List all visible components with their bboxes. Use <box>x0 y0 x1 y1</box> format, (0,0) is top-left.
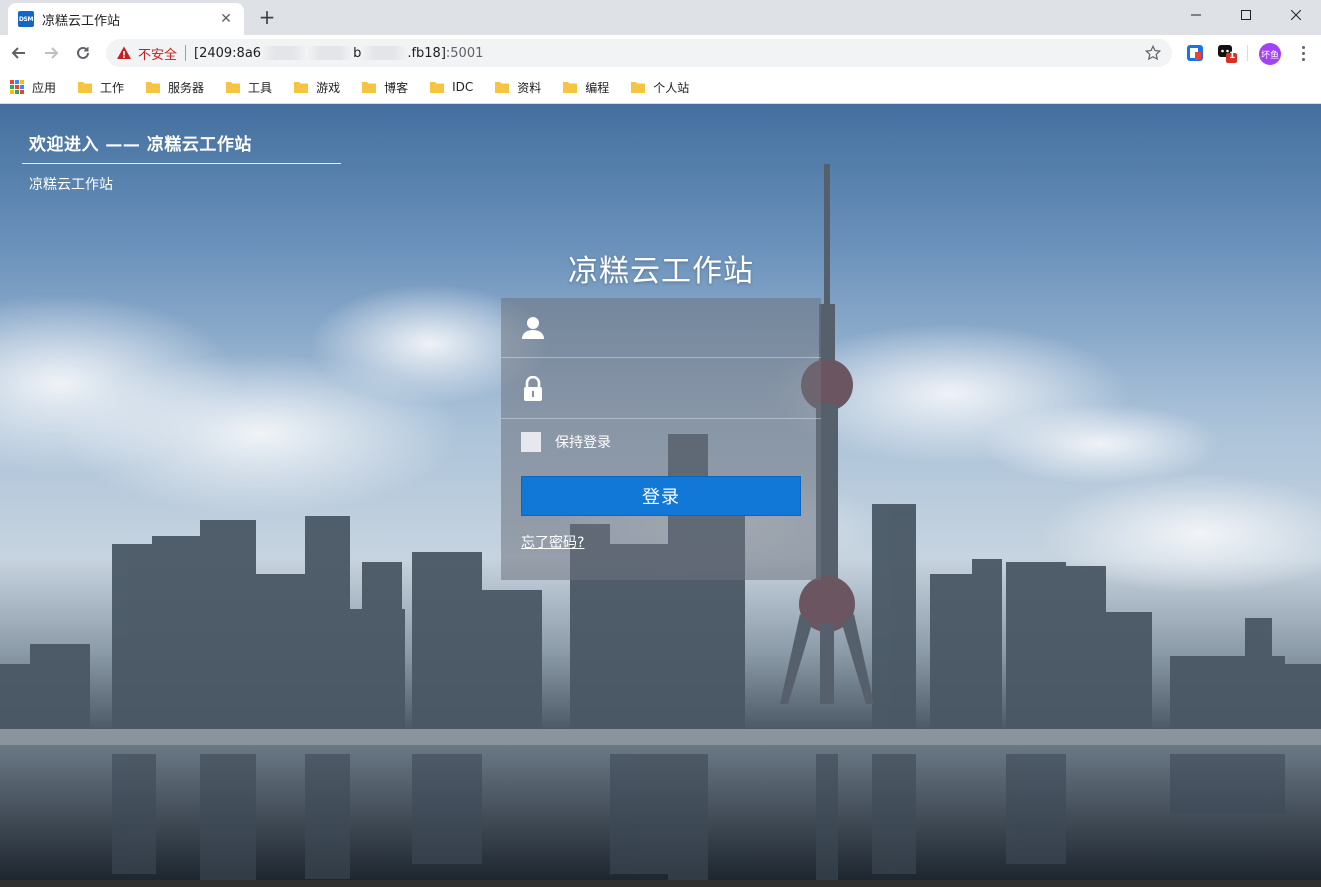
url-mid: b <box>353 45 362 61</box>
folder-icon <box>430 82 445 93</box>
bookmark-label: 应用 <box>32 80 57 95</box>
url-end: .fb18] <box>407 45 446 61</box>
folder-icon <box>362 82 377 93</box>
reload-button[interactable] <box>69 39 97 67</box>
login-button[interactable]: 登录 <box>521 476 801 516</box>
window-bottom-edge <box>0 880 1321 887</box>
forward-arrow-icon <box>45 47 59 59</box>
bookmark-label: 工具 <box>248 80 273 95</box>
remember-me-toggle[interactable]: 保持登录 <box>521 432 611 452</box>
username-field[interactable] <box>501 298 821 358</box>
extension-badge-count: 1 <box>1229 51 1236 61</box>
bookmark-label: 博客 <box>384 80 409 95</box>
bookmarks-bar: 应用 工作 服务器 工具 游戏 博客 IDC 资料 编程 个人站 <box>0 71 1321 104</box>
bookmark-folder-blog[interactable]: 博客 <box>362 79 408 96</box>
dsm-favicon-icon: DSM <box>18 11 34 27</box>
bookmark-folder-idc[interactable]: IDC <box>430 80 473 94</box>
remember-checkbox[interactable] <box>521 432 541 452</box>
folder-icon <box>294 82 309 93</box>
user-icon <box>522 316 544 339</box>
back-button[interactable] <box>5 39 33 67</box>
bookmark-folder-games[interactable]: 游戏 <box>294 79 340 96</box>
site-title: 凉糕云工作站 <box>568 254 754 289</box>
tab-close-icon[interactable]: ✕ <box>218 11 234 27</box>
username-input[interactable] <box>559 319 809 336</box>
welcome-title: 欢迎进入 —— 凉糕云工作站 <box>22 130 341 164</box>
folder-icon <box>495 82 510 93</box>
address-separator <box>185 45 187 61</box>
url-start: [2409:8a6 <box>194 45 262 61</box>
folder-icon <box>563 82 578 93</box>
bookmark-label: 游戏 <box>316 80 341 95</box>
tab-strip: DSM 凉糕云工作站 ✕ + <box>0 0 1321 35</box>
redacted-blur <box>307 46 354 60</box>
bookmark-folder-work[interactable]: 工作 <box>78 79 124 96</box>
reload-icon <box>77 46 89 59</box>
redacted-blur <box>361 46 408 60</box>
folder-icon <box>146 82 161 93</box>
new-tab-button[interactable]: + <box>256 6 278 28</box>
bookmark-folder-programming[interactable]: 编程 <box>563 79 609 96</box>
redacted-blur <box>261 46 308 60</box>
minimize-icon[interactable] <box>1171 0 1221 30</box>
bookmark-folder-materials[interactable]: 资料 <box>495 79 541 96</box>
browser-tab[interactable]: DSM 凉糕云工作站 ✕ <box>8 3 244 35</box>
maximize-icon[interactable] <box>1221 0 1271 30</box>
security-label[interactable]: 不安全 <box>138 44 177 63</box>
login-page: 欢迎进入 —— 凉糕云工作站 凉糕云工作站 凉糕云工作站 保持登录 登录 忘了密… <box>0 104 1321 887</box>
toolbar-divider <box>1247 45 1248 61</box>
folder-icon <box>631 82 646 93</box>
forward-button[interactable] <box>37 39 65 67</box>
lock-icon <box>524 375 542 401</box>
extension-icon[interactable] <box>1185 43 1205 63</box>
bookmark-label: 工作 <box>100 80 125 95</box>
apps-grid-icon <box>10 80 24 94</box>
password-field[interactable] <box>501 359 821 419</box>
browser-menu-icon[interactable] <box>1294 43 1312 63</box>
bookmark-label: 资料 <box>517 80 542 95</box>
folder-icon <box>78 82 93 93</box>
folder-icon <box>226 82 241 93</box>
profile-avatar[interactable]: 坏鱼 <box>1259 43 1281 65</box>
bookmark-label: IDC <box>452 80 474 94</box>
bookmark-label: 服务器 <box>168 80 205 95</box>
back-arrow-icon <box>11 47 25 59</box>
bookmark-folder-personal[interactable]: 个人站 <box>631 79 689 96</box>
welcome-subtitle: 凉糕云工作站 <box>29 177 113 193</box>
welcome-block: 欢迎进入 —— 凉糕云工作站 凉糕云工作站 <box>22 130 341 194</box>
bookmark-apps[interactable]: 应用 <box>10 79 56 96</box>
warning-icon[interactable] <box>116 45 132 61</box>
url-text[interactable]: [2409:8a6 b .fb18]:5001 <box>194 46 1144 61</box>
url-port: :5001 <box>445 45 484 61</box>
browser-toolbar: 不安全 [2409:8a6 b .fb18]:5001 1 坏鱼 <box>0 35 1321 71</box>
window-controls <box>1171 0 1321 30</box>
bookmark-label: 编程 <box>585 80 610 95</box>
tab-title: 凉糕云工作站 <box>42 13 121 29</box>
forgot-password-link[interactable]: 忘了密码? <box>521 532 584 552</box>
remember-label: 保持登录 <box>555 435 611 451</box>
password-input[interactable] <box>559 380 809 397</box>
extension-badge-button[interactable]: 1 <box>1217 43 1237 63</box>
login-form: 保持登录 登录 忘了密码? <box>501 298 821 580</box>
bookmark-folder-tools[interactable]: 工具 <box>226 79 272 96</box>
bookmark-folder-servers[interactable]: 服务器 <box>146 79 204 96</box>
address-bar[interactable]: 不安全 [2409:8a6 b .fb18]:5001 <box>106 39 1172 67</box>
close-icon[interactable] <box>1271 0 1321 30</box>
bookmark-label: 个人站 <box>653 80 690 95</box>
bookmark-star-icon[interactable] <box>1144 44 1162 62</box>
